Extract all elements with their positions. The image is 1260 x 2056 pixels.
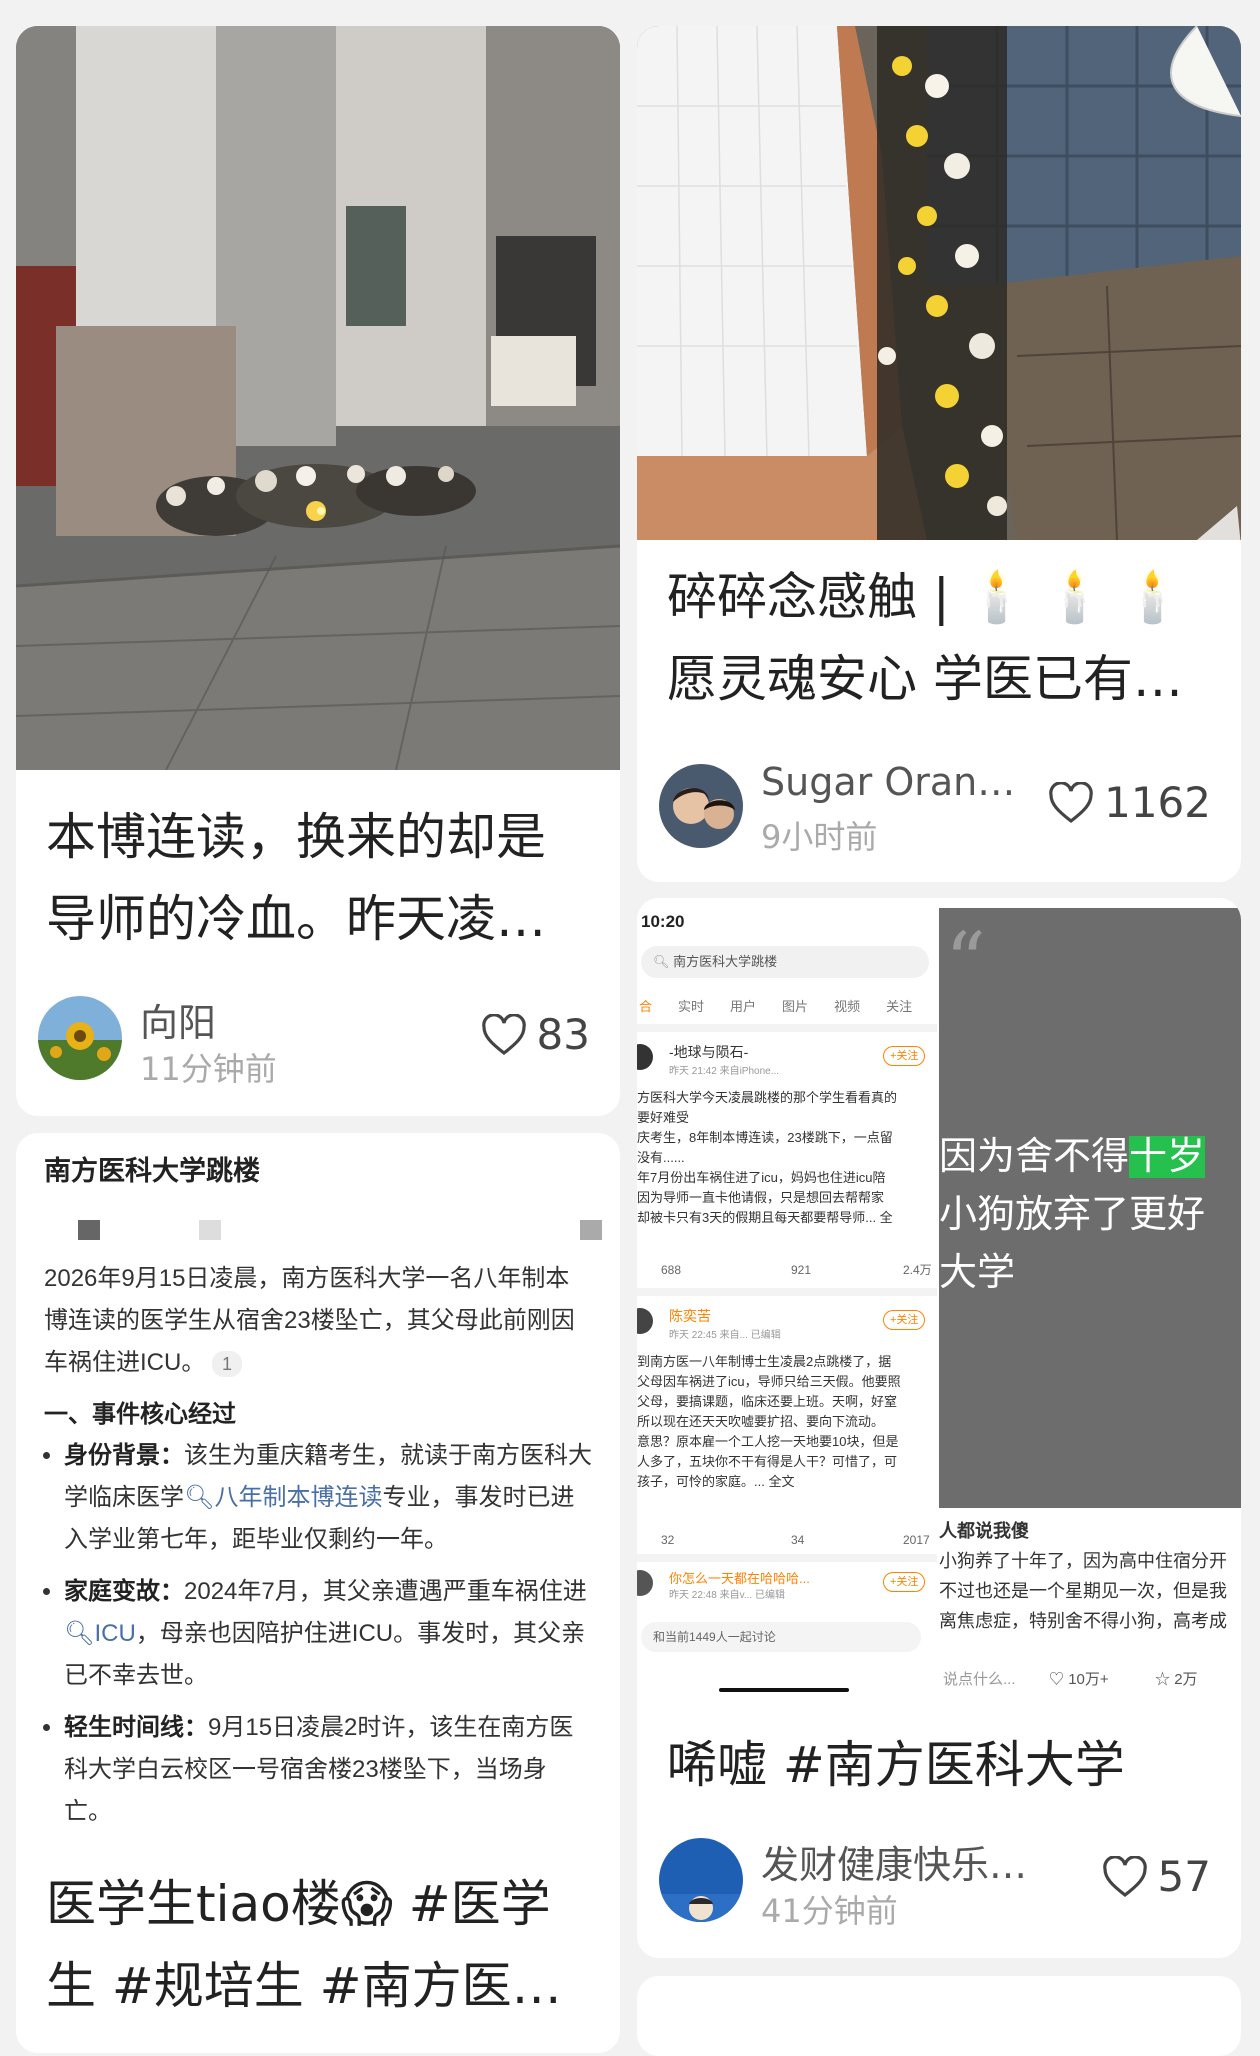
tab-all[interactable]: 合 xyxy=(639,996,652,1015)
memorial-photo xyxy=(637,26,1241,540)
search-bar[interactable]: 🔍︎ 南方医科大学跳楼 xyxy=(641,946,929,978)
tab-follow[interactable]: 关注 xyxy=(886,996,912,1015)
reference-badge[interactable]: 1 xyxy=(212,1351,243,1377)
post-time: 9小时前 xyxy=(761,818,878,856)
post-title-line2: 导师的冷血。昨天凌… xyxy=(46,890,546,948)
list-item: 轻生时间线：9月15日凌晨2时许，该生在南方医科大学白云校区一号宿舍楼23楼坠下… xyxy=(64,1707,592,1833)
follow-button[interactable]: +关注 xyxy=(883,1046,926,1066)
post-meta: 发财健康快乐… 41分钟前 57 xyxy=(659,1838,1211,1938)
wiki-intro: 2026年9月15日凌晨，南方医科大学一名八年制本博连读的医学生从宿舍23楼坠亡… xyxy=(44,1265,575,1377)
home-indicator xyxy=(719,1688,849,1692)
wiki-screenshot: 南方医科大学跳楼 2026年9月15日凌晨，南方医科大学一名八年制本博连读的医学… xyxy=(16,1149,620,1833)
reply-box: 人都说我傻 小狗养了十年了，因为高中住宿分开 不过也还是一个星期见一次，但是我 … xyxy=(939,1521,1227,1631)
post-card-2[interactable]: 碎碎念感触 | 🕯️ 🕯️ 🕯️ 愿灵魂安心 学医已有… Sugar Oran…… xyxy=(637,26,1241,882)
list-item: 家庭变故：2024年7月，其父亲遭遇严重车祸住进🔍︎ICU，母亲也因陪护住进IC… xyxy=(64,1571,592,1697)
wiki-section-title: 一、事件核心经过 xyxy=(44,1401,236,1428)
post-time: 11分钟前 xyxy=(140,1050,277,1088)
repost-count[interactable]: 32 xyxy=(661,1530,674,1550)
author-name[interactable]: 向阳 xyxy=(140,992,216,1047)
wiki-link[interactable]: 🔍︎ICU xyxy=(64,1620,136,1647)
post-title: 本博连读，换来的却是 xyxy=(46,808,546,866)
heart-icon xyxy=(481,1013,526,1055)
avatar[interactable] xyxy=(38,996,122,1080)
author-name[interactable]: Sugar Oran… xyxy=(761,760,1015,804)
tab-realtime[interactable]: 实时 xyxy=(678,996,704,1015)
heart-icon: ♡ xyxy=(1049,1671,1065,1688)
like-button[interactable]: 57 xyxy=(1102,1852,1211,1901)
list-item: 身份背景：该生为重庆籍考生，就读于南方医科大学临床医学🔍︎八年制本博连读专业，事… xyxy=(64,1435,592,1561)
like-count[interactable]: 2017 xyxy=(903,1530,930,1550)
post-card-1[interactable]: 本博连读，换来的却是 导师的冷血。昨天凌… 向阳 11分钟前 83 xyxy=(16,26,620,1116)
post-title-line2: 生 #规培生 #南方医… xyxy=(46,1957,562,2015)
like-button[interactable]: ♡ 10万+ xyxy=(1049,1668,1109,1689)
discussion-bar[interactable]: 和当前1449人一起讨论 xyxy=(641,1622,921,1652)
comment-count[interactable]: 34 xyxy=(791,1530,804,1550)
heart-icon xyxy=(1102,1855,1147,1897)
comment-input[interactable]: 说点什么... xyxy=(943,1668,1016,1689)
heart-icon xyxy=(1049,781,1093,823)
post-card-5[interactable] xyxy=(637,1976,1241,2056)
post-author: 你怎么一天都在哈哈哈... xyxy=(669,1571,810,1586)
repost-count[interactable]: 688 xyxy=(661,1260,681,1280)
share-button[interactable]: ☆ 2万 xyxy=(1155,1668,1198,1689)
post-sub: 昨天 21:42 来自iPhone... xyxy=(669,1066,780,1077)
post-card-3[interactable]: 南方医科大学跳楼 2026年9月15日凌晨，南方医科大学一名八年制本博连读的医学… xyxy=(16,1133,620,2053)
avatar[interactable] xyxy=(659,1838,743,1922)
post-sub: 昨天 22:48 来自v... 已编辑 xyxy=(669,1590,785,1601)
post-author: 陈奕苦 xyxy=(669,1308,711,1324)
avatar xyxy=(637,1308,653,1334)
avatar xyxy=(637,1570,653,1596)
like-count: 57 xyxy=(1157,1852,1211,1901)
quote-panel: “ 因为舍不得十岁 小狗放弃了更好 大学 xyxy=(939,908,1241,1508)
post-title-line2: 愿灵魂安心 学医已有… xyxy=(667,650,1183,708)
post-title: 碎碎念感触 | 🕯️ 🕯️ 🕯️ xyxy=(667,568,1185,626)
star-icon: ☆ xyxy=(1155,1671,1171,1688)
tab-bar: 合 实时 用户 图片 视频 关注 xyxy=(637,996,939,1015)
post-author: -地球与陨石- xyxy=(669,1044,749,1060)
follow-button[interactable]: +关注 xyxy=(883,1310,926,1330)
gallery-placeholder xyxy=(44,1188,602,1258)
post-meta: 向阳 11分钟前 83 xyxy=(38,996,590,1096)
tab-images[interactable]: 图片 xyxy=(782,996,808,1015)
like-count: 1162 xyxy=(1104,778,1211,827)
post-time: 41分钟前 xyxy=(761,1892,898,1930)
post-meta: Sugar Oran… 9小时前 1162 xyxy=(659,760,1211,864)
status-time: 10:20 xyxy=(641,912,685,931)
search-icon: 🔍︎ xyxy=(184,1484,215,1511)
weibo-screenshot: 10:20 🔍︎ 南方医科大学跳楼 合 实时 用户 图片 视频 关注 -地球与陨… xyxy=(637,898,1241,1698)
post-title: 医学生tiao楼😱 #医学 xyxy=(46,1875,551,1933)
wiki-link[interactable]: 🔍︎八年制本博连读 xyxy=(184,1484,382,1511)
wiki-title: 南方医科大学跳楼 xyxy=(44,1156,260,1186)
post-sub: 昨天 22:45 来自... 已编辑 xyxy=(669,1330,781,1341)
quote-text: 因为舍不得 xyxy=(939,1136,1130,1178)
follow-button[interactable]: +关注 xyxy=(883,1572,926,1592)
quote-highlight: 十岁 xyxy=(1129,1136,1206,1178)
like-count: 83 xyxy=(536,1010,590,1059)
like-count[interactable]: 2.4万 xyxy=(903,1260,932,1280)
avatar[interactable] xyxy=(659,764,743,848)
like-button[interactable]: 1162 xyxy=(1048,778,1211,827)
memorial-photo xyxy=(16,26,620,770)
avatar xyxy=(637,1044,653,1070)
like-button[interactable]: 83 xyxy=(481,1010,590,1059)
tab-videos[interactable]: 视频 xyxy=(834,996,860,1015)
comment-count[interactable]: 921 xyxy=(791,1260,811,1280)
search-icon: 🔍︎ xyxy=(653,954,670,969)
tab-users[interactable]: 用户 xyxy=(730,996,756,1015)
author-name[interactable]: 发财健康快乐… xyxy=(761,1834,1027,1889)
post-title: 唏嘘 #南方医科大学 xyxy=(667,1736,1125,1794)
search-icon: 🔍︎ xyxy=(64,1620,95,1647)
quote-mark-icon: “ xyxy=(945,915,986,1008)
wiki-bullets: 身份背景：该生为重庆籍考生，就读于南方医科大学临床医学🔍︎八年制本博连读专业，事… xyxy=(44,1435,592,1833)
post-card-4[interactable]: 10:20 🔍︎ 南方医科大学跳楼 合 实时 用户 图片 视频 关注 -地球与陨… xyxy=(637,898,1241,1958)
